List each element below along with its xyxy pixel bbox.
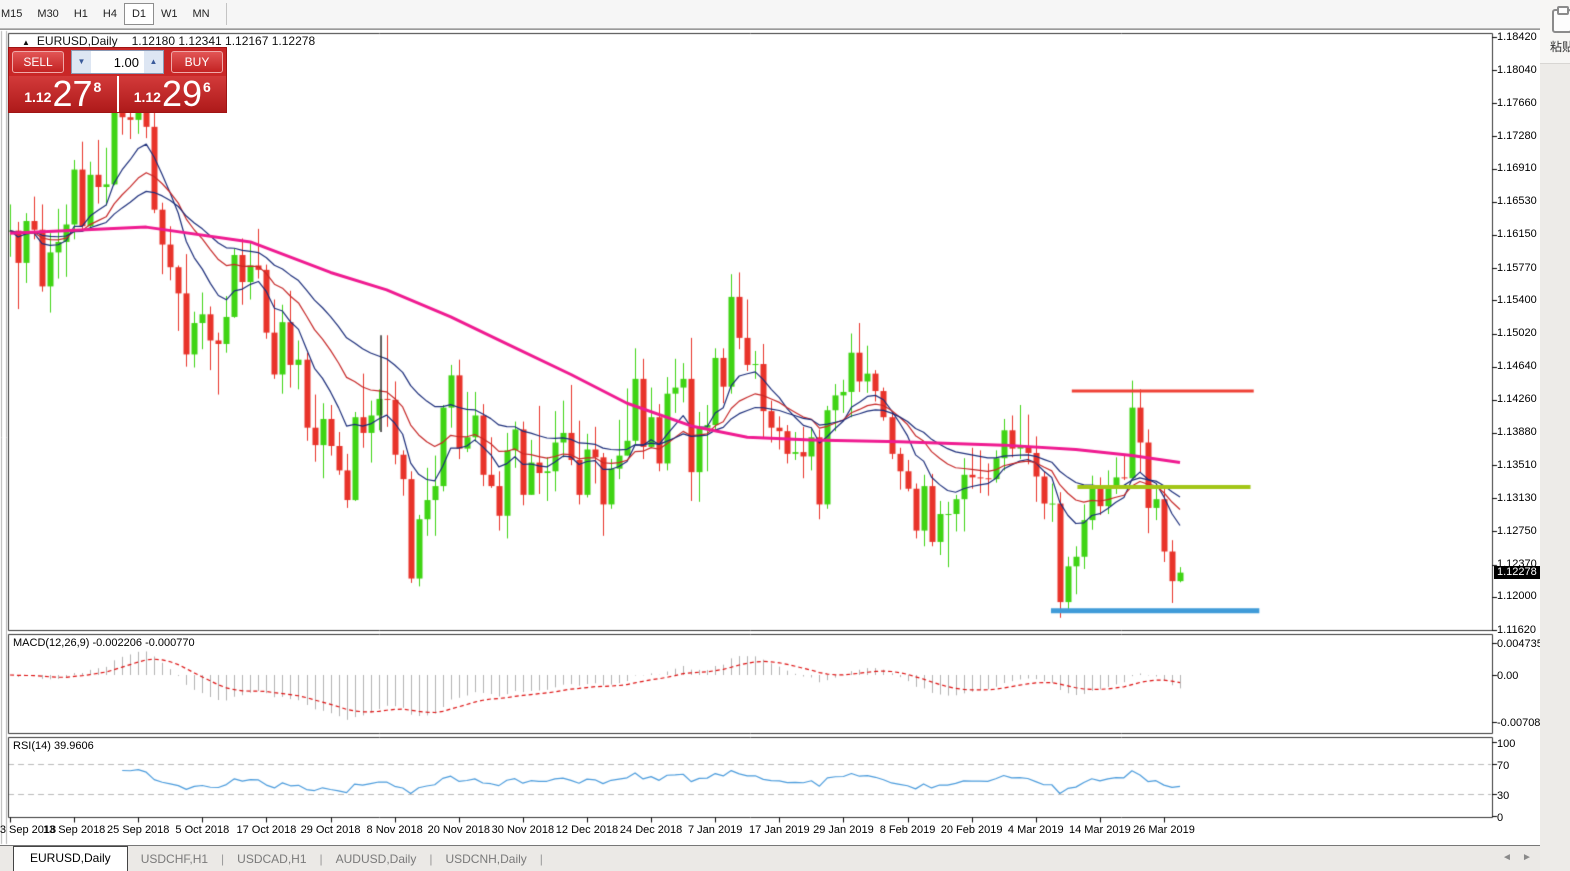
buy-price-big: 29 (161, 79, 203, 109)
paste-button-label[interactable]: 粘贴 (1550, 38, 1570, 55)
timeframe-button-d1[interactable]: D1 (124, 3, 154, 25)
timeframe-toolbar: M15M30H1H4D1W1MN (0, 0, 1540, 29)
rsi-indicator-label: RSI(14) 39.9606 (13, 740, 94, 752)
tab-separator: | (540, 848, 543, 871)
volume-stepper: ▼ ▲ (71, 50, 164, 74)
tab-usdcnh-daily[interactable]: USDCNH,Daily (432, 848, 539, 871)
timeframe-button-h4[interactable]: H4 (95, 3, 125, 25)
tab-audusd-daily[interactable]: AUDUSD,Daily (323, 848, 430, 871)
timeframe-button-m30[interactable]: M30 (29, 3, 66, 25)
sell-price-big: 27 (51, 79, 93, 109)
sell-button[interactable]: SELL (12, 51, 64, 73)
timeframe-button-mn[interactable]: MN (185, 3, 218, 25)
chart-symbol: EURUSD,Daily (37, 34, 118, 48)
sell-price-prefix: 1.12 (24, 89, 51, 109)
timeframe-button-w1[interactable]: W1 (153, 3, 186, 25)
tab-usdcad-h1[interactable]: USDCAD,H1 (224, 848, 319, 871)
volume-input[interactable] (91, 51, 144, 73)
volume-increase-button[interactable]: ▲ (144, 51, 163, 73)
tab-scroll-left-button[interactable]: ◄ (1502, 852, 1512, 863)
one-click-controls-row: SELL ▼ ▲ BUY (9, 48, 226, 76)
volume-decrease-button[interactable]: ▼ (72, 51, 91, 73)
paste-icon[interactable] (1552, 9, 1570, 33)
symbol-tab-strip: EURUSD,DailyUSDCHF,H1|USDCAD,H1|AUDUSD,D… (0, 845, 1540, 871)
collapse-panel-icon[interactable]: ▲ (22, 38, 30, 47)
macd-indicator-label: MACD(12,26,9) -0.002206 -0.000770 (13, 637, 195, 649)
buy-price-pip: 6 (203, 76, 211, 95)
trading-app: M15M30H1H4D1W1MN 1.184201.180401.176601.… (0, 0, 1570, 871)
current-price-tag: 1.12278 (1494, 566, 1540, 579)
sell-price-display[interactable]: 1.12 27 8 (9, 76, 119, 112)
timeframe-button-h1[interactable]: H1 (66, 3, 96, 25)
tab-eurusd-daily[interactable]: EURUSD,Daily (13, 846, 128, 871)
buy-button[interactable]: BUY (171, 51, 223, 73)
tab-usdchf-h1[interactable]: USDCHF,H1 (128, 848, 221, 871)
toolbar-separator (226, 3, 227, 25)
neighbor-window: 粘贴 (1540, 0, 1570, 871)
chart-title: ▲ EURUSD,Daily 1.12180 1.12341 1.12167 1.1… (22, 34, 315, 48)
one-click-trading-panel: SELL ▼ ▲ BUY 1.12 27 8 1.12 29 6 (8, 47, 227, 113)
tab-scroll-right-button[interactable]: ► (1522, 852, 1532, 863)
one-click-prices-row: 1.12 27 8 1.12 29 6 (9, 76, 226, 112)
ribbon-strip: 粘贴 (1540, 0, 1570, 64)
buy-price-prefix: 1.12 (134, 89, 161, 109)
buy-price-display[interactable]: 1.12 29 6 (119, 76, 227, 112)
price-chart-canvas[interactable] (0, 0, 1570, 871)
sell-price-pip: 8 (94, 76, 102, 95)
timeframe-button-m15[interactable]: M15 (0, 3, 30, 25)
chart-ohlc-quote: 1.12180 1.12341 1.12167 1.12278 (132, 34, 316, 48)
